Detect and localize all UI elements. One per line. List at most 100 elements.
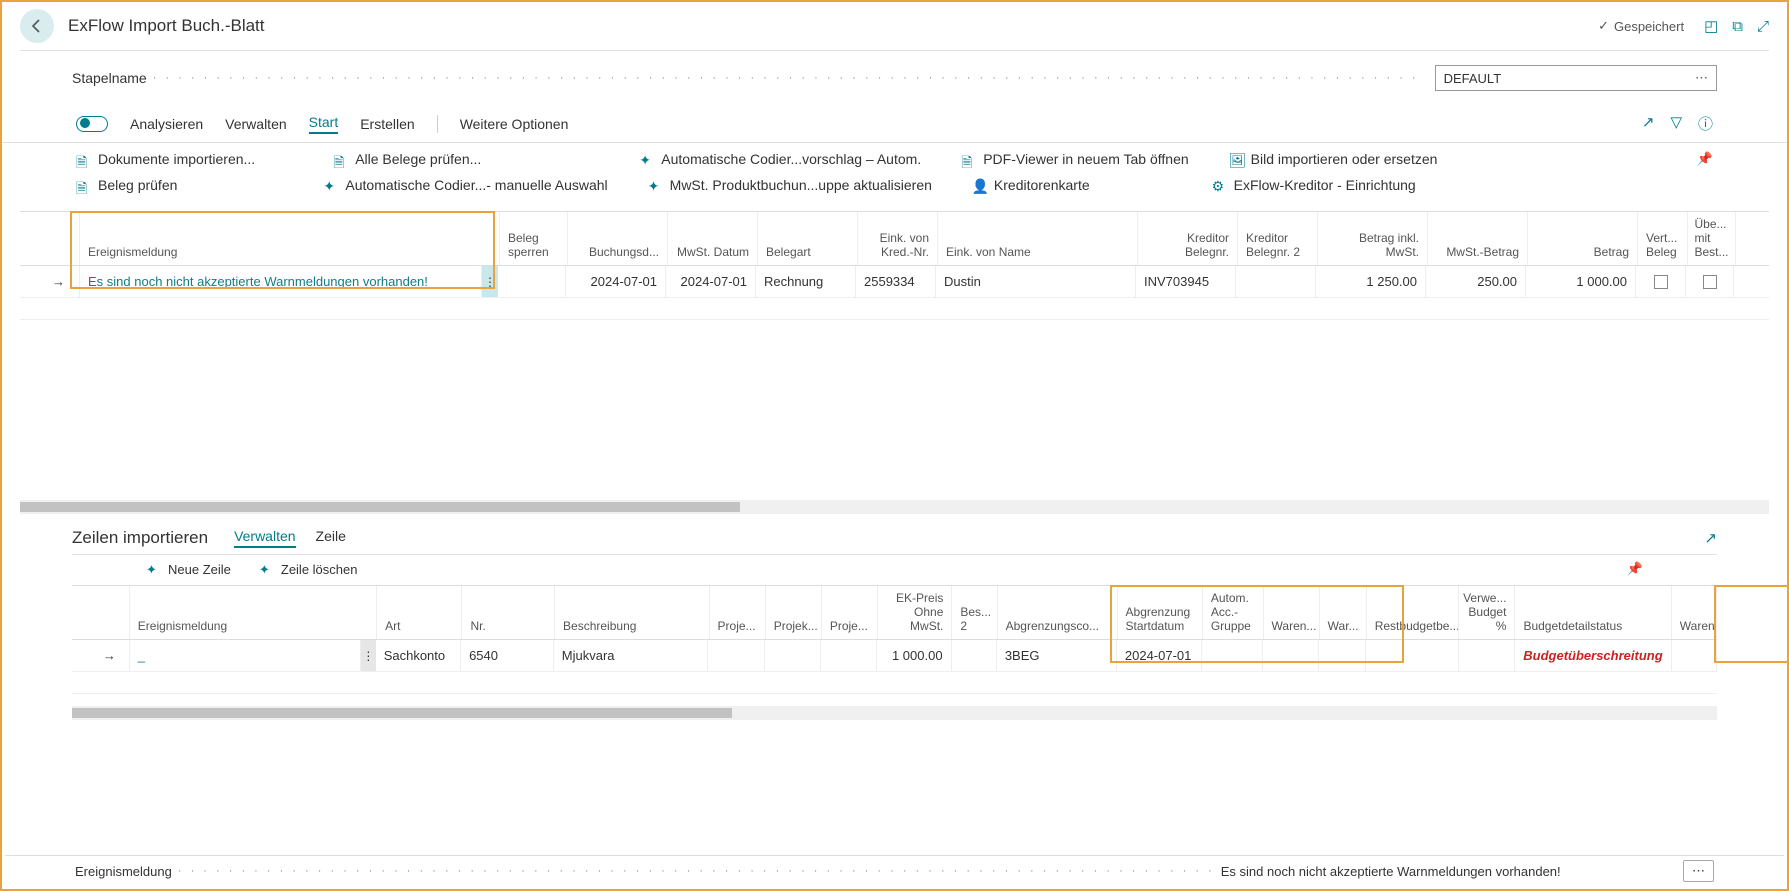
- col-defer-code[interactable]: Abgrenzungsco...: [998, 586, 1118, 639]
- col-unit-price[interactable]: EK-Preis Ohne MwSt.: [878, 586, 952, 639]
- action-import-docs[interactable]: 🗎Dokumente importieren...: [76, 151, 255, 167]
- cell-vendor-docno2[interactable]: [1236, 266, 1316, 297]
- cell-desc[interactable]: Mjukvara: [554, 640, 709, 671]
- col-proj2[interactable]: Projek...: [766, 586, 822, 639]
- action-check-doc[interactable]: 🗎Beleg prüfen: [76, 177, 177, 193]
- more-options[interactable]: Weitere Optionen: [460, 116, 569, 132]
- pin-icon[interactable]: 📌: [1627, 561, 1643, 577]
- cell-defer-start[interactable]: 2024-07-01: [1117, 640, 1202, 671]
- col-desc[interactable]: Beschreibung: [555, 586, 710, 639]
- col-proj3[interactable]: Proje...: [822, 586, 878, 639]
- action-delete-line[interactable]: ✦Zeile löschen: [259, 561, 358, 577]
- col-vendor-name[interactable]: Eink. von Name: [938, 212, 1138, 265]
- row-menu-button[interactable]: ⋮: [361, 640, 376, 671]
- col-no[interactable]: Nr.: [462, 586, 555, 639]
- checkbox-conf-doc[interactable]: [1654, 275, 1668, 289]
- cell-rest-budget[interactable]: [1366, 640, 1459, 671]
- action-vendor-card[interactable]: 👤Kreditorenkarte: [972, 177, 1090, 193]
- col-amount[interactable]: Betrag: [1528, 212, 1638, 265]
- bookmark-icon[interactable]: ◰: [1704, 17, 1718, 35]
- filter-icon[interactable]: ▽: [1670, 113, 1682, 134]
- analyze-toggle[interactable]: [76, 116, 108, 132]
- col-vendor-no[interactable]: Eink. von Kred.-Nr.: [858, 212, 938, 265]
- tab-start[interactable]: Start: [309, 114, 339, 134]
- checkbox-with-order[interactable]: [1703, 275, 1717, 289]
- cell-auto-acc[interactable]: [1202, 640, 1263, 671]
- col-w1[interactable]: Waren...: [1264, 586, 1320, 639]
- col-bes2[interactable]: Bes... 2: [952, 586, 997, 639]
- cell-w1-dash[interactable]: _: [1271, 648, 1278, 663]
- sub-tab-line[interactable]: Zeile: [316, 528, 346, 548]
- col-posting-date[interactable]: Buchungsd...: [568, 212, 668, 265]
- col-event[interactable]: Ereignismeldung: [80, 212, 500, 265]
- col-with-order[interactable]: Übe... mit Best...: [1688, 212, 1736, 265]
- cell-amount[interactable]: 1 000.00: [1526, 266, 1636, 297]
- cell-w2[interactable]: [1319, 640, 1366, 671]
- share-icon[interactable]: ↗: [1704, 529, 1717, 547]
- tab-create[interactable]: Erstellen: [360, 116, 414, 132]
- table-row[interactable]: → Es sind noch nicht akzeptierte Warnmel…: [20, 266, 1769, 298]
- col-defer-start[interactable]: Abgrenzung Startdatum: [1118, 586, 1203, 639]
- cell-vendor-name[interactable]: Dustin: [936, 266, 1136, 297]
- cell-no[interactable]: 6540: [461, 640, 554, 671]
- row-indicator[interactable]: →: [38, 266, 80, 297]
- action-auto-coding[interactable]: ✦Automatische Codier...vorschlag – Autom…: [639, 151, 921, 167]
- tab-analyze[interactable]: Analysieren: [130, 116, 203, 132]
- cell-type[interactable]: Sachkonto: [376, 640, 461, 671]
- col-vendor-docno2[interactable]: Kreditor Belegnr. 2: [1238, 212, 1318, 265]
- action-exflow-vendor[interactable]: ⚙ExFlow-Kreditor - Einrichtung: [1212, 177, 1416, 193]
- pin-icon[interactable]: 📌: [1697, 151, 1713, 167]
- action-check-all[interactable]: 🗎Alle Belege prüfen...: [333, 151, 481, 167]
- scrollbar-thumb[interactable]: [72, 708, 732, 718]
- cell-vendor-docno[interactable]: INV703945: [1136, 266, 1236, 297]
- col-vat-date[interactable]: MwSt. Datum: [668, 212, 758, 265]
- sub-tab-manage[interactable]: Verwalten: [234, 528, 295, 548]
- cell-w3[interactable]: [1672, 640, 1717, 671]
- cell-posting-date[interactable]: 2024-07-01: [566, 266, 666, 297]
- action-import-image[interactable]: 🖼Bild importieren oder ersetzen: [1229, 151, 1438, 167]
- action-vat-group[interactable]: ✦MwSt. Produktbuchun...uppe aktualisiere…: [648, 177, 932, 193]
- cell-proj1[interactable]: [708, 640, 764, 671]
- share-icon[interactable]: ↗: [1642, 113, 1655, 134]
- cell-amt-incl[interactable]: 1 250.00: [1316, 266, 1426, 297]
- info-icon[interactable]: ⓘ: [1698, 113, 1713, 134]
- cell-vendor-no[interactable]: 2559334: [856, 266, 936, 297]
- event-message-link[interactable]: Es sind noch nicht akzeptierte Warnmeldu…: [88, 274, 428, 289]
- col-amt-incl[interactable]: Betrag inkl. MwSt.: [1318, 212, 1428, 265]
- scrollbar-horizontal[interactable]: [72, 706, 1717, 720]
- col-w2[interactable]: War...: [1320, 586, 1367, 639]
- cell-budget-status[interactable]: Budgetüberschreitung: [1523, 648, 1662, 663]
- action-pdf-viewer[interactable]: 🗎PDF-Viewer in neuem Tab öffnen: [961, 151, 1188, 167]
- cell-bes2[interactable]: [952, 640, 997, 671]
- action-auto-coding-manual[interactable]: ✦Automatische Codier...- manuelle Auswah…: [323, 177, 607, 193]
- row-indicator[interactable]: →: [90, 640, 130, 671]
- col-type[interactable]: Art: [377, 586, 462, 639]
- row-menu-button[interactable]: ⋮: [482, 266, 498, 297]
- expand-icon[interactable]: ⤢: [1757, 18, 1769, 35]
- col-w3[interactable]: Waren: [1672, 586, 1717, 639]
- col-budget-status[interactable]: Budgetdetailstatus: [1515, 586, 1671, 639]
- cell-used-pct[interactable]: [1459, 640, 1515, 671]
- col-vat-amt[interactable]: MwSt.-Betrag: [1428, 212, 1528, 265]
- scrollbar-horizontal[interactable]: [20, 500, 1769, 514]
- cell-unit-price[interactable]: 1 000.00: [877, 640, 951, 671]
- popout-icon[interactable]: ⧉: [1732, 18, 1743, 35]
- action-new-line[interactable]: ✦Neue Zeile: [146, 561, 231, 577]
- back-button[interactable]: [20, 9, 54, 43]
- col-auto-acc[interactable]: Autom. Acc.- Gruppe: [1203, 586, 1264, 639]
- col-rest-budget[interactable]: Restbudgetbe...: [1367, 586, 1460, 639]
- batch-name-input[interactable]: DEFAULT: [1435, 65, 1717, 91]
- cell-lock[interactable]: [498, 266, 566, 297]
- col-doc-type[interactable]: Belegart: [758, 212, 858, 265]
- col-used-pct[interactable]: Verwe... Budget %: [1459, 586, 1515, 639]
- tab-manage[interactable]: Verwalten: [225, 116, 286, 132]
- col-lock[interactable]: Beleg sperren: [500, 212, 568, 265]
- cell-defer-code[interactable]: 3BEG: [997, 640, 1117, 671]
- col-conf-doc[interactable]: Vert... Beleg: [1638, 212, 1688, 265]
- cell-proj2[interactable]: [765, 640, 821, 671]
- col-proj1[interactable]: Proje...: [710, 586, 766, 639]
- footer-more-button[interactable]: ⋯: [1683, 860, 1714, 882]
- cell-proj3[interactable]: [821, 640, 877, 671]
- table-row[interactable]: → _ ⋮ Sachkonto 6540 Mjukvara 1 000.00 3…: [72, 640, 1717, 672]
- col-event[interactable]: Ereignismeldung: [130, 586, 377, 639]
